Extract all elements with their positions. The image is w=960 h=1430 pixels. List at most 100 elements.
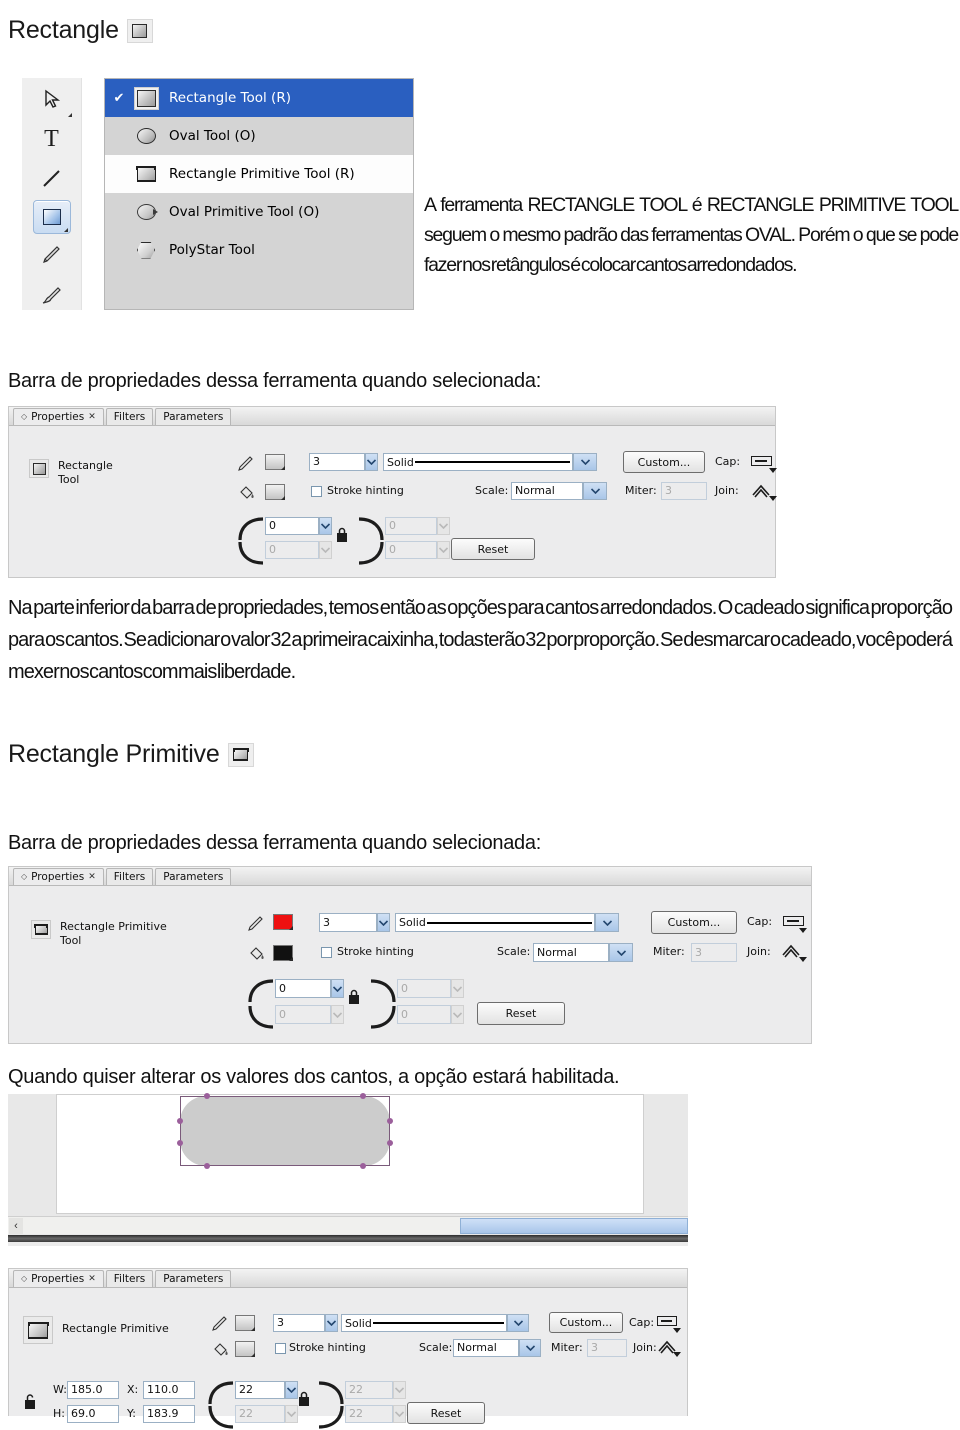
corner-bottom-right-stepper[interactable] — [393, 1405, 406, 1423]
tool-dropdown-menu[interactable]: ✔ Rectangle Tool (R) Oval Tool (O) Recta… — [104, 78, 414, 310]
panel-tabs[interactable]: ◇ Properties ✕ Filters Parameters — [9, 407, 775, 426]
scale-dropdown-arrow[interactable] — [609, 943, 633, 962]
custom-stroke-button[interactable]: Custom... — [651, 911, 737, 934]
stage-shape-group[interactable] — [177, 1093, 393, 1169]
corner-handle[interactable] — [387, 1140, 393, 1146]
corner-proportion-lock-icon[interactable] — [335, 526, 349, 544]
corner-handle[interactable] — [360, 1163, 366, 1169]
stroke-style-select[interactable]: Solid — [341, 1314, 507, 1332]
corner-top-right-stepper[interactable] — [451, 979, 464, 998]
cap-dropdown-arrow[interactable] — [769, 468, 777, 473]
custom-stroke-button[interactable]: Custom... — [549, 1312, 623, 1333]
corner-top-left-stepper[interactable] — [331, 979, 344, 998]
stroke-color-swatch[interactable] — [273, 914, 293, 930]
join-style-icon[interactable] — [751, 482, 771, 498]
menu-item-rectangle-primitive-tool[interactable]: Rectangle Primitive Tool (R) — [105, 155, 413, 193]
tab-parameters[interactable]: Parameters — [155, 1270, 232, 1287]
stroke-color-swatch[interactable] — [265, 454, 285, 470]
corner-top-left-input[interactable]: 0 — [275, 979, 331, 998]
scale-select-value[interactable]: Normal — [533, 943, 609, 962]
corner-handle[interactable] — [360, 1093, 366, 1099]
panel-menu-icon[interactable]: ◇ — [21, 409, 27, 425]
stage-horizontal-scrollbar[interactable]: ‹ — [8, 1216, 688, 1234]
fill-color-swatch[interactable] — [265, 484, 285, 500]
close-icon[interactable]: ✕ — [88, 1271, 96, 1287]
corner-top-right-stepper[interactable] — [393, 1381, 406, 1399]
panel-tabs[interactable]: ◇ Properties ✕ Filters Parameters — [9, 1269, 687, 1288]
scrollbar-thumb[interactable] — [460, 1218, 688, 1234]
menu-item-oval-tool[interactable]: Oval Tool (O) — [105, 117, 413, 155]
stroke-width-stepper[interactable] — [365, 453, 378, 471]
panel-menu-icon[interactable]: ◇ — [21, 1271, 27, 1287]
cap-style-icon[interactable] — [783, 916, 804, 926]
tab-filters[interactable]: Filters — [105, 408, 154, 425]
menu-item-polystar-tool[interactable]: PolyStar Tool — [105, 231, 413, 269]
panel-menu-icon[interactable]: ◇ — [21, 869, 27, 885]
properties-panel-rectangle-primitive-tool[interactable]: ◇ Properties ✕ Filters Parameters Rectan… — [8, 866, 812, 1044]
join-dropdown-arrow[interactable] — [769, 496, 777, 501]
cap-style-icon[interactable] — [751, 456, 772, 466]
tab-properties[interactable]: ◇ Properties ✕ — [13, 1270, 104, 1287]
close-icon[interactable]: ✕ — [88, 409, 96, 425]
close-icon[interactable]: ✕ — [88, 869, 96, 885]
corner-top-right-stepper[interactable] — [437, 517, 450, 535]
corner-bottom-right-stepper[interactable] — [451, 1005, 464, 1024]
fill-color-swatch[interactable] — [273, 945, 293, 961]
corner-proportion-lock-icon[interactable] — [347, 988, 361, 1006]
custom-stroke-button[interactable]: Custom... — [623, 451, 705, 473]
reset-button[interactable]: Reset — [477, 1002, 565, 1025]
properties-panel-rectangle-primitive-selected[interactable]: ◇ Properties ✕ Filters Parameters Rectan… — [8, 1268, 688, 1429]
pencil-tool[interactable] — [30, 236, 74, 274]
join-dropdown-arrow[interactable] — [799, 957, 807, 962]
panel-splitter[interactable] — [8, 1235, 688, 1242]
corner-top-left-stepper[interactable] — [319, 517, 332, 535]
corner-bottom-left-stepper[interactable] — [331, 1005, 344, 1024]
fill-color-swatch[interactable] — [235, 1341, 255, 1357]
cap-dropdown-arrow[interactable] — [799, 928, 807, 933]
menu-item-oval-primitive-tool[interactable]: Oval Primitive Tool (O) — [105, 193, 413, 231]
corner-handle[interactable] — [177, 1140, 183, 1146]
corner-handle[interactable] — [177, 1118, 183, 1124]
stroke-style-dropdown-arrow[interactable] — [595, 913, 619, 932]
stroke-width-stepper[interactable] — [325, 1314, 338, 1332]
tab-filters[interactable]: Filters — [105, 1270, 154, 1287]
corner-bottom-right-stepper[interactable] — [437, 541, 450, 559]
corner-top-right-input[interactable]: 22 — [345, 1381, 393, 1399]
stroke-width-stepper[interactable] — [377, 913, 390, 932]
rectangle-tool[interactable] — [32, 200, 71, 234]
stroke-style-dropdown-arrow[interactable] — [507, 1314, 529, 1332]
corner-top-right-input[interactable]: 0 — [397, 979, 451, 998]
size-position-lock-icon[interactable] — [23, 1392, 37, 1410]
corner-top-left-input[interactable]: 0 — [265, 517, 319, 535]
corner-handle[interactable] — [204, 1163, 210, 1169]
miter-input[interactable]: 3 — [587, 1339, 627, 1357]
height-input[interactable]: 69.0 — [67, 1405, 119, 1423]
corner-handle[interactable] — [387, 1118, 393, 1124]
text-tool[interactable]: T — [30, 120, 74, 158]
join-dropdown-arrow[interactable] — [673, 1352, 681, 1357]
tab-properties[interactable]: ◇ Properties ✕ — [13, 868, 104, 885]
scale-select-value[interactable]: Normal — [511, 482, 583, 500]
cap-style-icon[interactable] — [657, 1316, 677, 1326]
tab-properties[interactable]: ◇ Properties ✕ — [13, 408, 104, 425]
corner-top-right-input[interactable]: 0 — [385, 517, 437, 535]
corner-bottom-right-input[interactable]: 0 — [397, 1005, 451, 1024]
join-style-icon[interactable] — [781, 942, 801, 958]
stroke-width-input[interactable]: 3 — [319, 913, 377, 932]
stroke-hinting-checkbox[interactable] — [311, 486, 322, 497]
cap-dropdown-arrow[interactable] — [673, 1328, 681, 1333]
scale-select-value[interactable]: Normal — [453, 1339, 519, 1357]
brush-tool[interactable] — [30, 276, 74, 314]
corner-bottom-right-input[interactable]: 22 — [345, 1405, 393, 1423]
corner-bottom-right-input[interactable]: 0 — [385, 541, 437, 559]
stroke-hinting-checkbox[interactable] — [275, 1343, 286, 1354]
width-input[interactable]: 185.0 — [67, 1381, 119, 1399]
stroke-style-select[interactable]: Solid — [383, 453, 573, 471]
corner-handle[interactable] — [204, 1093, 210, 1099]
tab-parameters[interactable]: Parameters — [155, 868, 232, 885]
scroll-left-arrow-icon[interactable]: ‹ — [9, 1218, 23, 1234]
miter-input[interactable]: 3 — [691, 943, 737, 962]
menu-item-rectangle-tool[interactable]: ✔ Rectangle Tool (R) — [105, 79, 413, 117]
stroke-width-input[interactable]: 3 — [273, 1314, 325, 1332]
corner-bottom-left-stepper[interactable] — [319, 541, 332, 559]
